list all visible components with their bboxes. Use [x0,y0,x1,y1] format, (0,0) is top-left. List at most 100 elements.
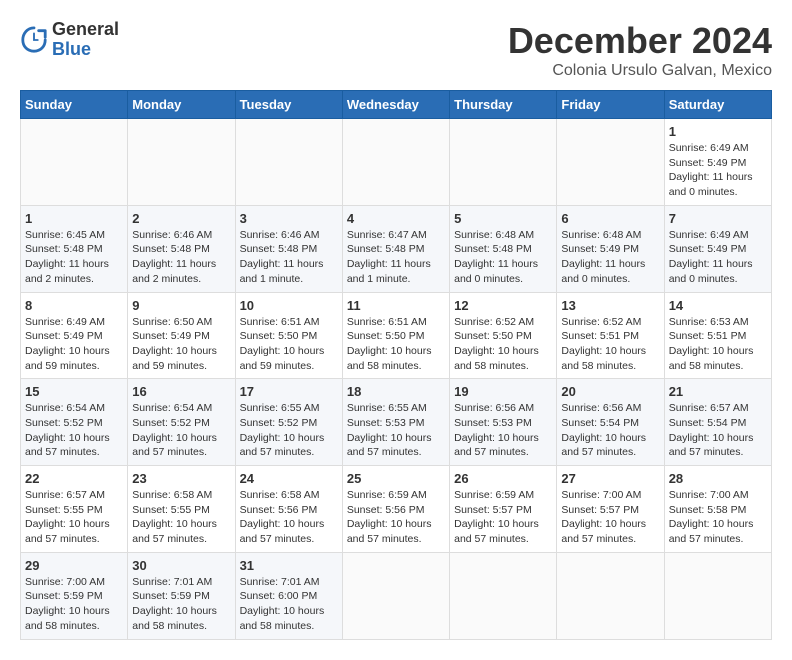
day-number: 31 [240,558,338,573]
day-number: 30 [132,558,230,573]
calendar-header-monday: Monday [128,91,235,119]
day-info: Sunrise: 6:58 AMSunset: 5:55 PMDaylight:… [132,489,217,545]
day-number: 11 [347,298,445,313]
calendar-cell: 4 Sunrise: 6:47 AMSunset: 5:48 PMDayligh… [342,205,449,292]
day-info: Sunrise: 6:59 AMSunset: 5:56 PMDaylight:… [347,489,432,545]
day-number: 9 [132,298,230,313]
day-number: 3 [240,211,338,226]
day-number: 7 [669,211,767,226]
day-number: 23 [132,471,230,486]
calendar-cell [450,552,557,639]
calendar-cell: 11 Sunrise: 6:51 AMSunset: 5:50 PMDaylig… [342,292,449,379]
day-info: Sunrise: 6:52 AMSunset: 5:51 PMDaylight:… [561,316,646,372]
month-title: December 2024 [508,20,772,62]
calendar-header-sunday: Sunday [21,91,128,119]
day-number: 29 [25,558,123,573]
calendar-table: SundayMondayTuesdayWednesdayThursdayFrid… [20,90,772,640]
day-info: Sunrise: 6:57 AMSunset: 5:55 PMDaylight:… [25,489,110,545]
calendar-cell: 14 Sunrise: 6:53 AMSunset: 5:51 PMDaylig… [664,292,771,379]
calendar-header-wednesday: Wednesday [342,91,449,119]
calendar-cell: 20 Sunrise: 6:56 AMSunset: 5:54 PMDaylig… [557,379,664,466]
day-number: 19 [454,384,552,399]
calendar-cell: 24 Sunrise: 6:58 AMSunset: 5:56 PMDaylig… [235,466,342,553]
day-number: 22 [25,471,123,486]
day-number: 6 [561,211,659,226]
calendar-cell: 27 Sunrise: 7:00 AMSunset: 5:57 PMDaylig… [557,466,664,553]
logo-text: General Blue [52,20,119,60]
day-number: 12 [454,298,552,313]
day-number: 13 [561,298,659,313]
calendar-cell: 26 Sunrise: 6:59 AMSunset: 5:57 PMDaylig… [450,466,557,553]
day-number: 10 [240,298,338,313]
day-number: 4 [347,211,445,226]
calendar-cell: 1 Sunrise: 6:49 AMSunset: 5:49 PMDayligh… [664,119,771,206]
day-info: Sunrise: 7:00 AMSunset: 5:59 PMDaylight:… [25,576,110,632]
calendar-header-row: SundayMondayTuesdayWednesdayThursdayFrid… [21,91,772,119]
day-info: Sunrise: 6:48 AMSunset: 5:49 PMDaylight:… [561,229,645,285]
logo: General Blue [20,20,119,60]
day-number: 20 [561,384,659,399]
calendar-header-tuesday: Tuesday [235,91,342,119]
calendar-cell: 31 Sunrise: 7:01 AMSunset: 6:00 PMDaylig… [235,552,342,639]
day-number: 28 [669,471,767,486]
day-info: Sunrise: 6:49 AMSunset: 5:49 PMDaylight:… [669,229,753,285]
day-number: 21 [669,384,767,399]
calendar-cell [235,119,342,206]
day-info: Sunrise: 6:55 AMSunset: 5:53 PMDaylight:… [347,402,432,458]
calendar-cell [342,119,449,206]
day-info: Sunrise: 6:51 AMSunset: 5:50 PMDaylight:… [347,316,432,372]
day-number: 18 [347,384,445,399]
title-section: December 2024 Colonia Ursulo Galvan, Mex… [508,20,772,80]
day-info: Sunrise: 6:53 AMSunset: 5:51 PMDaylight:… [669,316,754,372]
day-number: 15 [25,384,123,399]
day-info: Sunrise: 6:47 AMSunset: 5:48 PMDaylight:… [347,229,431,285]
day-number: 27 [561,471,659,486]
calendar-cell [128,119,235,206]
calendar-cell: 29 Sunrise: 7:00 AMSunset: 5:59 PMDaylig… [21,552,128,639]
day-number: 1 [25,211,123,226]
day-number: 1 [669,124,767,139]
calendar-week-row: 1 Sunrise: 6:45 AMSunset: 5:48 PMDayligh… [21,205,772,292]
calendar-cell [664,552,771,639]
calendar-cell: 8 Sunrise: 6:49 AMSunset: 5:49 PMDayligh… [21,292,128,379]
calendar-cell: 15 Sunrise: 6:54 AMSunset: 5:52 PMDaylig… [21,379,128,466]
calendar-week-row: 22 Sunrise: 6:57 AMSunset: 5:55 PMDaylig… [21,466,772,553]
day-info: Sunrise: 7:01 AMSunset: 6:00 PMDaylight:… [240,576,325,632]
calendar-header-saturday: Saturday [664,91,771,119]
calendar-cell: 5 Sunrise: 6:48 AMSunset: 5:48 PMDayligh… [450,205,557,292]
day-number: 17 [240,384,338,399]
day-number: 25 [347,471,445,486]
calendar-cell: 21 Sunrise: 6:57 AMSunset: 5:54 PMDaylig… [664,379,771,466]
day-info: Sunrise: 7:00 AMSunset: 5:57 PMDaylight:… [561,489,646,545]
day-info: Sunrise: 6:52 AMSunset: 5:50 PMDaylight:… [454,316,539,372]
calendar-cell: 28 Sunrise: 7:00 AMSunset: 5:58 PMDaylig… [664,466,771,553]
day-info: Sunrise: 7:01 AMSunset: 5:59 PMDaylight:… [132,576,217,632]
calendar-cell: 17 Sunrise: 6:55 AMSunset: 5:52 PMDaylig… [235,379,342,466]
day-info: Sunrise: 7:00 AMSunset: 5:58 PMDaylight:… [669,489,754,545]
calendar-week-row: 1 Sunrise: 6:49 AMSunset: 5:49 PMDayligh… [21,119,772,206]
day-info: Sunrise: 6:51 AMSunset: 5:50 PMDaylight:… [240,316,325,372]
calendar-cell: 18 Sunrise: 6:55 AMSunset: 5:53 PMDaylig… [342,379,449,466]
calendar-cell: 2 Sunrise: 6:46 AMSunset: 5:48 PMDayligh… [128,205,235,292]
logo-blue: Blue [52,40,119,60]
calendar-cell: 30 Sunrise: 7:01 AMSunset: 5:59 PMDaylig… [128,552,235,639]
calendar-header-thursday: Thursday [450,91,557,119]
day-number: 14 [669,298,767,313]
day-info: Sunrise: 6:49 AMSunset: 5:49 PMDaylight:… [669,142,753,198]
logo-icon [20,26,48,54]
day-info: Sunrise: 6:55 AMSunset: 5:52 PMDaylight:… [240,402,325,458]
day-info: Sunrise: 6:46 AMSunset: 5:48 PMDaylight:… [132,229,216,285]
calendar-cell: 12 Sunrise: 6:52 AMSunset: 5:50 PMDaylig… [450,292,557,379]
calendar-cell [557,552,664,639]
calendar-cell [342,552,449,639]
day-info: Sunrise: 6:45 AMSunset: 5:48 PMDaylight:… [25,229,109,285]
calendar-week-row: 8 Sunrise: 6:49 AMSunset: 5:49 PMDayligh… [21,292,772,379]
calendar-week-row: 29 Sunrise: 7:00 AMSunset: 5:59 PMDaylig… [21,552,772,639]
day-info: Sunrise: 6:54 AMSunset: 5:52 PMDaylight:… [132,402,217,458]
day-number: 8 [25,298,123,313]
logo-general: General [52,20,119,40]
day-info: Sunrise: 6:54 AMSunset: 5:52 PMDaylight:… [25,402,110,458]
calendar-cell: 25 Sunrise: 6:59 AMSunset: 5:56 PMDaylig… [342,466,449,553]
calendar-cell: 9 Sunrise: 6:50 AMSunset: 5:49 PMDayligh… [128,292,235,379]
day-info: Sunrise: 6:57 AMSunset: 5:54 PMDaylight:… [669,402,754,458]
